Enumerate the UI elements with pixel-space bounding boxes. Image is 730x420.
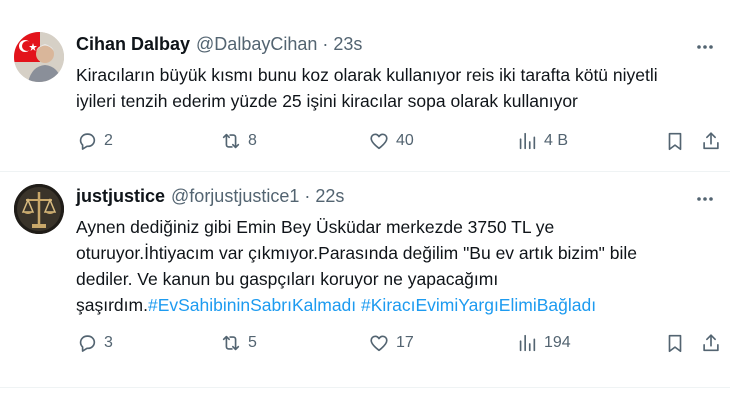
share-button[interactable] xyxy=(700,128,722,154)
bookmark-button[interactable] xyxy=(664,330,686,356)
avatar-photo xyxy=(14,32,64,82)
separator-dot: · xyxy=(304,186,311,206)
views-button[interactable]: 194 xyxy=(516,330,571,356)
separator-dot: · xyxy=(322,34,329,54)
action-bar: 3 5 17 194 xyxy=(72,330,726,356)
avatar[interactable] xyxy=(14,32,64,82)
tweet-text-line: Aynen dediğiniz gibi Emin Bey Üsküdar me… xyxy=(76,217,555,237)
share-button[interactable] xyxy=(700,330,722,356)
tweet-text-line: Kiracıların büyük kısmı bunu koz olarak … xyxy=(76,65,658,85)
avatar-photo xyxy=(14,184,64,234)
tweet-text-line: dediler. Ve kanun bu gaspçıları koruyor … xyxy=(76,269,499,289)
tweet-text-line: oturuyor.İhtiyacım var çıkmıyor.Parasınd… xyxy=(76,243,637,263)
retweet-count: 5 xyxy=(248,334,257,351)
reply-count: 3 xyxy=(104,334,113,351)
bookmark-icon xyxy=(668,334,682,353)
bookmark-icon xyxy=(668,132,682,151)
heart-icon xyxy=(370,133,388,150)
tweet-text: Aynen dediğiniz gibi Emin Bey Üsküdar me… xyxy=(76,214,716,318)
reply-icon xyxy=(79,335,96,352)
share-icon xyxy=(703,334,719,352)
timestamp[interactable]: 23s xyxy=(333,34,362,55)
reply-button[interactable]: 3 xyxy=(76,330,113,356)
more-horizontal-icon[interactable] xyxy=(694,188,716,210)
tweet-header: Cihan Dalbay @DalbayCihan · 23s xyxy=(76,34,362,58)
tweet-text: Kiracıların büyük kısmı bunu koz olarak … xyxy=(76,62,716,114)
display-name[interactable]: justjustice xyxy=(76,186,165,207)
views-count: 194 xyxy=(544,334,571,351)
tweet[interactable]: justjustice @forjustjustice1 · 22s Aynen… xyxy=(0,172,730,372)
views-count: 4 B xyxy=(544,132,569,149)
tweet-text-fragment: şaşırdım. xyxy=(76,295,148,315)
bookmark-button[interactable] xyxy=(664,128,686,154)
like-button[interactable]: 40 xyxy=(368,128,414,154)
reply-icon xyxy=(79,133,96,150)
like-count: 17 xyxy=(396,334,414,351)
avatar[interactable] xyxy=(14,184,64,234)
views-icon xyxy=(519,334,536,352)
display-name[interactable]: Cihan Dalbay xyxy=(76,34,190,55)
user-handle[interactable]: @DalbayCihan xyxy=(196,34,317,55)
tweet[interactable]: Cihan Dalbay @DalbayCihan · 23s Kiracıla… xyxy=(0,0,730,172)
reply-count: 2 xyxy=(104,132,113,149)
retweet-icon xyxy=(222,133,240,149)
tweet-divider xyxy=(0,387,730,388)
more-horizontal-icon[interactable] xyxy=(694,36,716,58)
retweet-button[interactable]: 5 xyxy=(220,330,257,356)
action-bar: 2 8 40 4 B xyxy=(72,128,726,154)
views-icon xyxy=(519,132,536,150)
hashtag-link[interactable]: #EvSahibininSabrıKalmadı xyxy=(148,295,356,315)
timestamp[interactable]: 22s xyxy=(315,186,344,207)
reply-button[interactable]: 2 xyxy=(76,128,113,154)
retweet-count: 8 xyxy=(248,132,257,149)
user-handle[interactable]: @forjustjustice1 xyxy=(171,186,299,207)
share-icon xyxy=(703,132,719,150)
views-button[interactable]: 4 B xyxy=(516,128,568,154)
retweet-button[interactable]: 8 xyxy=(220,128,257,154)
tweet-header: justjustice @forjustjustice1 · 22s xyxy=(76,186,344,210)
like-button[interactable]: 17 xyxy=(368,330,414,356)
retweet-icon xyxy=(222,335,240,351)
like-count: 40 xyxy=(396,132,414,149)
hashtag-link[interactable]: #KiracıEvimiYargıElimiBağladı xyxy=(361,295,596,315)
tweet-text-line: iyileri tenzih ederim yüzde 25 işini kir… xyxy=(76,91,578,111)
heart-icon xyxy=(370,335,388,352)
tweet-text-line: şaşırdım.#EvSahibininSabrıKalmadı #Kirac… xyxy=(76,292,716,318)
